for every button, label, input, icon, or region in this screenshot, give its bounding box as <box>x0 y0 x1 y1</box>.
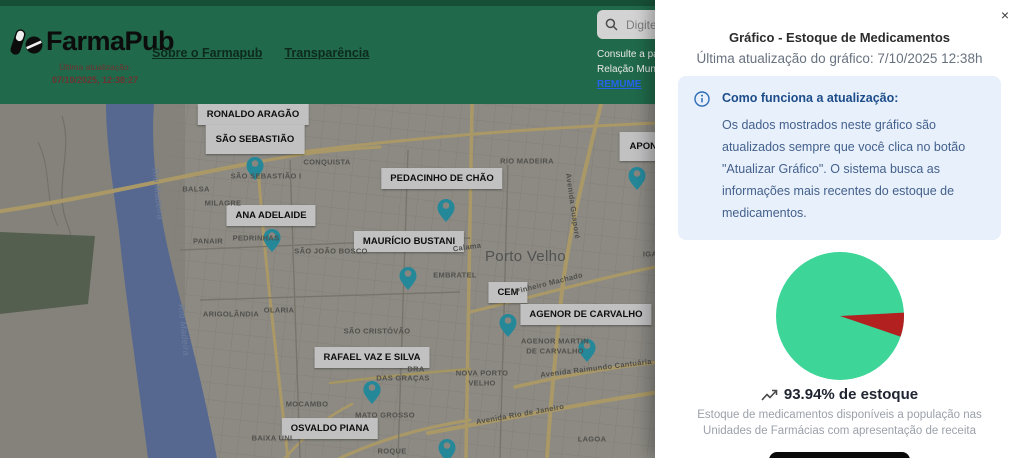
street-name-label: SÃO JOÃO BOSCO <box>294 247 367 256</box>
street-name-label: PANAIR <box>193 237 223 246</box>
street-name-label: IGA <box>643 250 655 259</box>
street-name-label: SÃO CRISTÓVÃO <box>344 327 411 336</box>
remume-link[interactable]: REMUME <box>597 79 641 90</box>
update-chart-button[interactable]: Atualizar Gráfico <box>769 452 909 458</box>
street-name-label: MOCAMBO <box>286 400 329 409</box>
stat-caption: Estoque de medicamentos disponíveis a po… <box>685 408 995 439</box>
trending-up-icon <box>761 388 778 402</box>
nav-sobre-link[interactable]: Sobre o Farmapub <box>152 46 262 60</box>
info-icon <box>694 91 710 112</box>
street-name-label: MILAGRE <box>205 199 242 208</box>
last-update-value: 07/10/2025, 12:38:27 <box>30 75 160 85</box>
map-label-sao-sebastiao[interactable]: SÃO SEBASTIÃO <box>206 125 305 154</box>
street-name-label: DE CARVALHO <box>526 347 584 356</box>
street-name-label: ROQUE <box>377 447 406 456</box>
pills-icon <box>10 27 44 57</box>
street-name-label: ARIGOLÂNDIA <box>203 310 259 319</box>
city-map[interactable]: RONALDO ARAGÃOSÃO SEBASTIÃO APONIÃ ANA ADE… <box>0 104 655 458</box>
stat-value: 93.94% de estoque <box>784 386 918 403</box>
panel-subtitle: Última atualização do gráfico: 7/10/2025… <box>655 51 1024 66</box>
info-box: Como funciona a atualização: Os dados mo… <box>678 76 1001 240</box>
street-name-label: DAS GRAÇAS <box>376 374 429 383</box>
logo[interactable]: FarmaPub <box>10 26 174 57</box>
street-name-label: LAGOA <box>578 435 607 444</box>
nav-transparencia-link[interactable]: Transparência <box>284 46 369 60</box>
last-update-label: Última atualização: <box>30 62 160 72</box>
info-heading: Como funciona a atualização: <box>722 91 983 105</box>
pie-chart <box>655 250 1024 382</box>
close-icon[interactable]: × <box>996 6 1014 24</box>
map-label-osvaldo-piana[interactable]: OSVALDO PIANA <box>282 418 378 439</box>
map-label-agenor-de-carvalho[interactable]: AGENOR DE CARVALHO <box>520 304 651 325</box>
map-label-ana-adelaide[interactable]: ANA ADELAIDE <box>226 205 315 226</box>
map-label-mauricio-bustani[interactable]: MAURÍCIO BUSTANI <box>354 231 464 252</box>
map-label-ronaldo-aragao[interactable]: RONALDO ARAGÃO <box>198 104 309 125</box>
street-name-label: CONQUISTA <box>303 158 350 167</box>
panel-title: Gráfico - Estoque de Medicamentos <box>655 30 1024 45</box>
city-name-label: Porto Velho <box>485 248 566 265</box>
street-name-label: DRA <box>407 365 424 374</box>
street-name-label: RIO MADEIRA <box>500 157 554 166</box>
street-name-label: VELHO <box>468 379 495 388</box>
street-name-label: AGENOR MARTIN <box>521 337 589 346</box>
map-label-pedacinho-de-chao[interactable]: PEDACINHO DE CHÃO <box>381 168 502 189</box>
stat-line: 93.94% de estoque <box>655 386 1024 403</box>
street-name-label: MATO GROSSO <box>355 411 415 420</box>
street-name-label: OLARIA <box>264 306 295 315</box>
search-icon <box>605 18 618 31</box>
street-name-label: SÃO SEBASTIÃO I <box>231 172 302 181</box>
street-name-label: PEDRINHAS <box>233 234 280 243</box>
street-name-label: EMBRATEL <box>433 271 477 280</box>
street-name-label: BALSA <box>182 185 209 194</box>
consult-block: Consulte a pa Relação Munic REMUME <box>597 47 663 92</box>
street-name-label: NOVA PORTO <box>456 369 508 378</box>
chart-panel: × Gráfico - Estoque de Medicamentos Últi… <box>655 0 1024 458</box>
street-name-label: BAIXA UNI <box>252 434 293 443</box>
main-nav: Sobre o Farmapub Transparência <box>152 46 369 60</box>
consult-line-2: Relação Munic <box>597 62 663 77</box>
info-body: Os dados mostrados neste gráfico são atu… <box>722 115 983 224</box>
app-window: FarmaPub Última atualização: 07/10/2025,… <box>0 0 1024 458</box>
consult-line-1: Consulte a pa <box>597 47 663 62</box>
map-label-aponia[interactable]: APONIÃ <box>620 132 655 161</box>
header-last-update: Última atualização: 07/10/2025, 12:38:27 <box>30 62 160 85</box>
